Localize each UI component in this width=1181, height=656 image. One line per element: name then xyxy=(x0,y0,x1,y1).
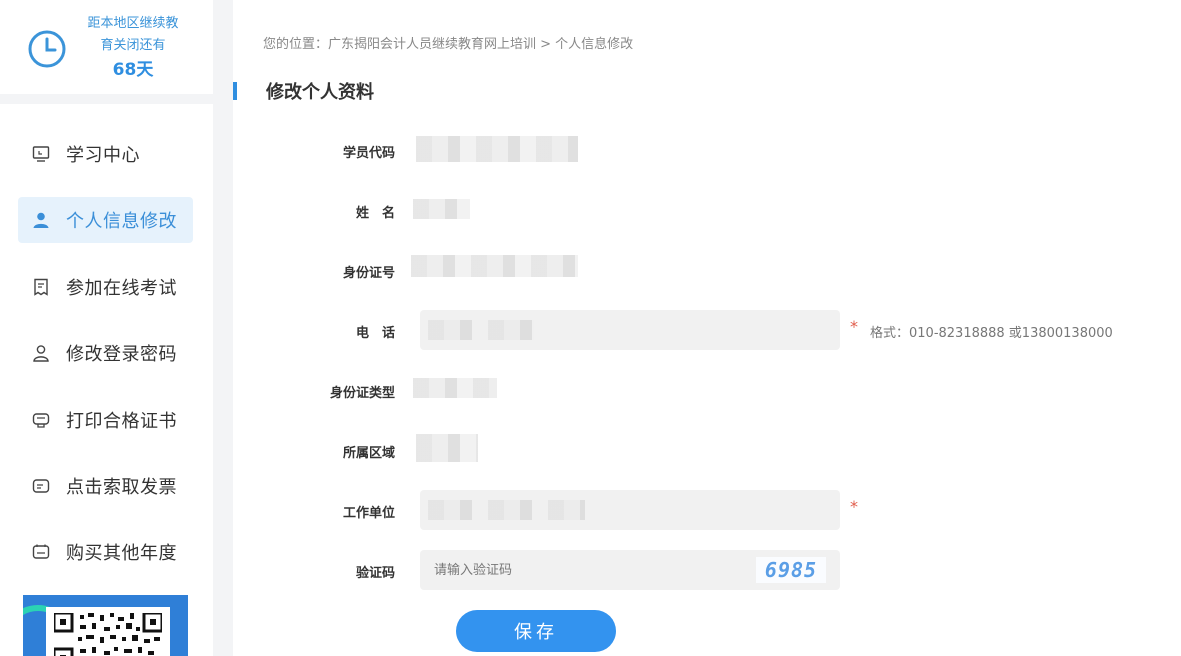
sidebar-item-online-exam[interactable]: 参加在线考试 xyxy=(18,264,193,310)
sidebar-item-study-center[interactable]: 学习中心 xyxy=(18,131,193,177)
page-title: 修改个人资料 xyxy=(266,82,374,103)
clock-icon xyxy=(28,30,66,68)
employer-required-mark: * xyxy=(850,497,858,516)
captcha-image[interactable]: 6985 xyxy=(756,557,826,583)
phone-label: 电 话 xyxy=(355,326,395,341)
countdown-line1: 距本地区继续教 xyxy=(87,16,179,31)
phone-input[interactable] xyxy=(420,310,840,350)
main-panel: 您的位置：广东揭阳会计人员继续教育网上培训 > 个人信息修改 修改个人资料 学员… xyxy=(233,0,1181,656)
sidebar-menu: 学习中心 个人信息修改 参加在线考试 修改登录密码 打印合格证书 点击索取发票 … xyxy=(0,104,213,656)
exam-icon xyxy=(31,277,51,297)
invoice-icon xyxy=(31,476,51,496)
sidebar-item-label: 个人信息修改 xyxy=(66,211,177,232)
purchase-icon xyxy=(31,542,51,562)
region-label: 所属区域 xyxy=(342,446,395,461)
student-code-value-redacted xyxy=(416,136,578,162)
name-value-redacted xyxy=(413,199,470,219)
save-button[interactable]: 保存 xyxy=(456,610,616,652)
sidebar: 距本地区继续教 育关闭还有 68天 学习中心 个人信息修改 参加在线考试 修改登… xyxy=(0,0,213,656)
employer-input[interactable] xyxy=(420,490,840,530)
sidebar-item-profile-edit[interactable]: 个人信息修改 xyxy=(18,197,193,243)
countdown-text: 距本地区继续教 育关闭还有 68天 xyxy=(78,13,188,83)
phone-value-redacted xyxy=(428,320,534,340)
student-code-label: 学员代码 xyxy=(342,146,395,161)
captcha-field[interactable]: 6985 xyxy=(420,550,840,590)
phone-required-mark: * xyxy=(850,317,858,336)
section-accent-bar xyxy=(233,82,237,100)
name-label: 姓 名 xyxy=(355,206,395,221)
region-value-redacted xyxy=(416,434,478,462)
qr-code-banner xyxy=(23,595,188,656)
certificate-icon xyxy=(31,410,51,430)
sidebar-item-label: 修改登录密码 xyxy=(66,344,177,365)
sidebar-item-label: 购买其他年度 xyxy=(66,543,177,564)
id-number-label: 身份证号 xyxy=(342,266,395,281)
sidebar-item-label: 参加在线考试 xyxy=(66,278,177,299)
qr-code-image xyxy=(46,607,170,656)
sidebar-item-label: 点击索取发票 xyxy=(66,477,177,498)
phone-format-hint: 格式：010-82318888 或13800138000 xyxy=(870,326,1113,341)
sidebar-item-print-certificate[interactable]: 打印合格证书 xyxy=(18,397,193,443)
captcha-label: 验证码 xyxy=(355,566,395,581)
sidebar-item-request-invoice[interactable]: 点击索取发票 xyxy=(18,463,193,509)
breadcrumb: 您的位置：广东揭阳会计人员继续教育网上培训 > 个人信息修改 xyxy=(263,37,634,52)
section-header: 修改个人资料 xyxy=(233,80,374,103)
sidebar-item-change-password[interactable]: 修改登录密码 xyxy=(18,330,193,376)
id-number-value-redacted xyxy=(411,255,578,277)
employer-value-redacted xyxy=(428,500,585,520)
countdown-line2: 育关闭还有 xyxy=(100,38,166,53)
id-type-value-redacted xyxy=(413,378,497,398)
countdown-panel: 距本地区继续教 育关闭还有 68天 xyxy=(0,0,213,94)
user-outline-icon xyxy=(31,343,51,363)
captcha-input[interactable] xyxy=(434,550,734,590)
countdown-days: 68天 xyxy=(112,60,154,80)
screen-icon xyxy=(31,144,51,164)
user-icon xyxy=(31,210,51,230)
sidebar-item-buy-other-years[interactable]: 购买其他年度 xyxy=(18,529,193,575)
employer-label: 工作单位 xyxy=(342,506,395,521)
sidebar-item-label: 学习中心 xyxy=(66,145,140,166)
id-type-label: 身份证类型 xyxy=(329,386,395,401)
sidebar-item-label: 打印合格证书 xyxy=(66,411,177,432)
